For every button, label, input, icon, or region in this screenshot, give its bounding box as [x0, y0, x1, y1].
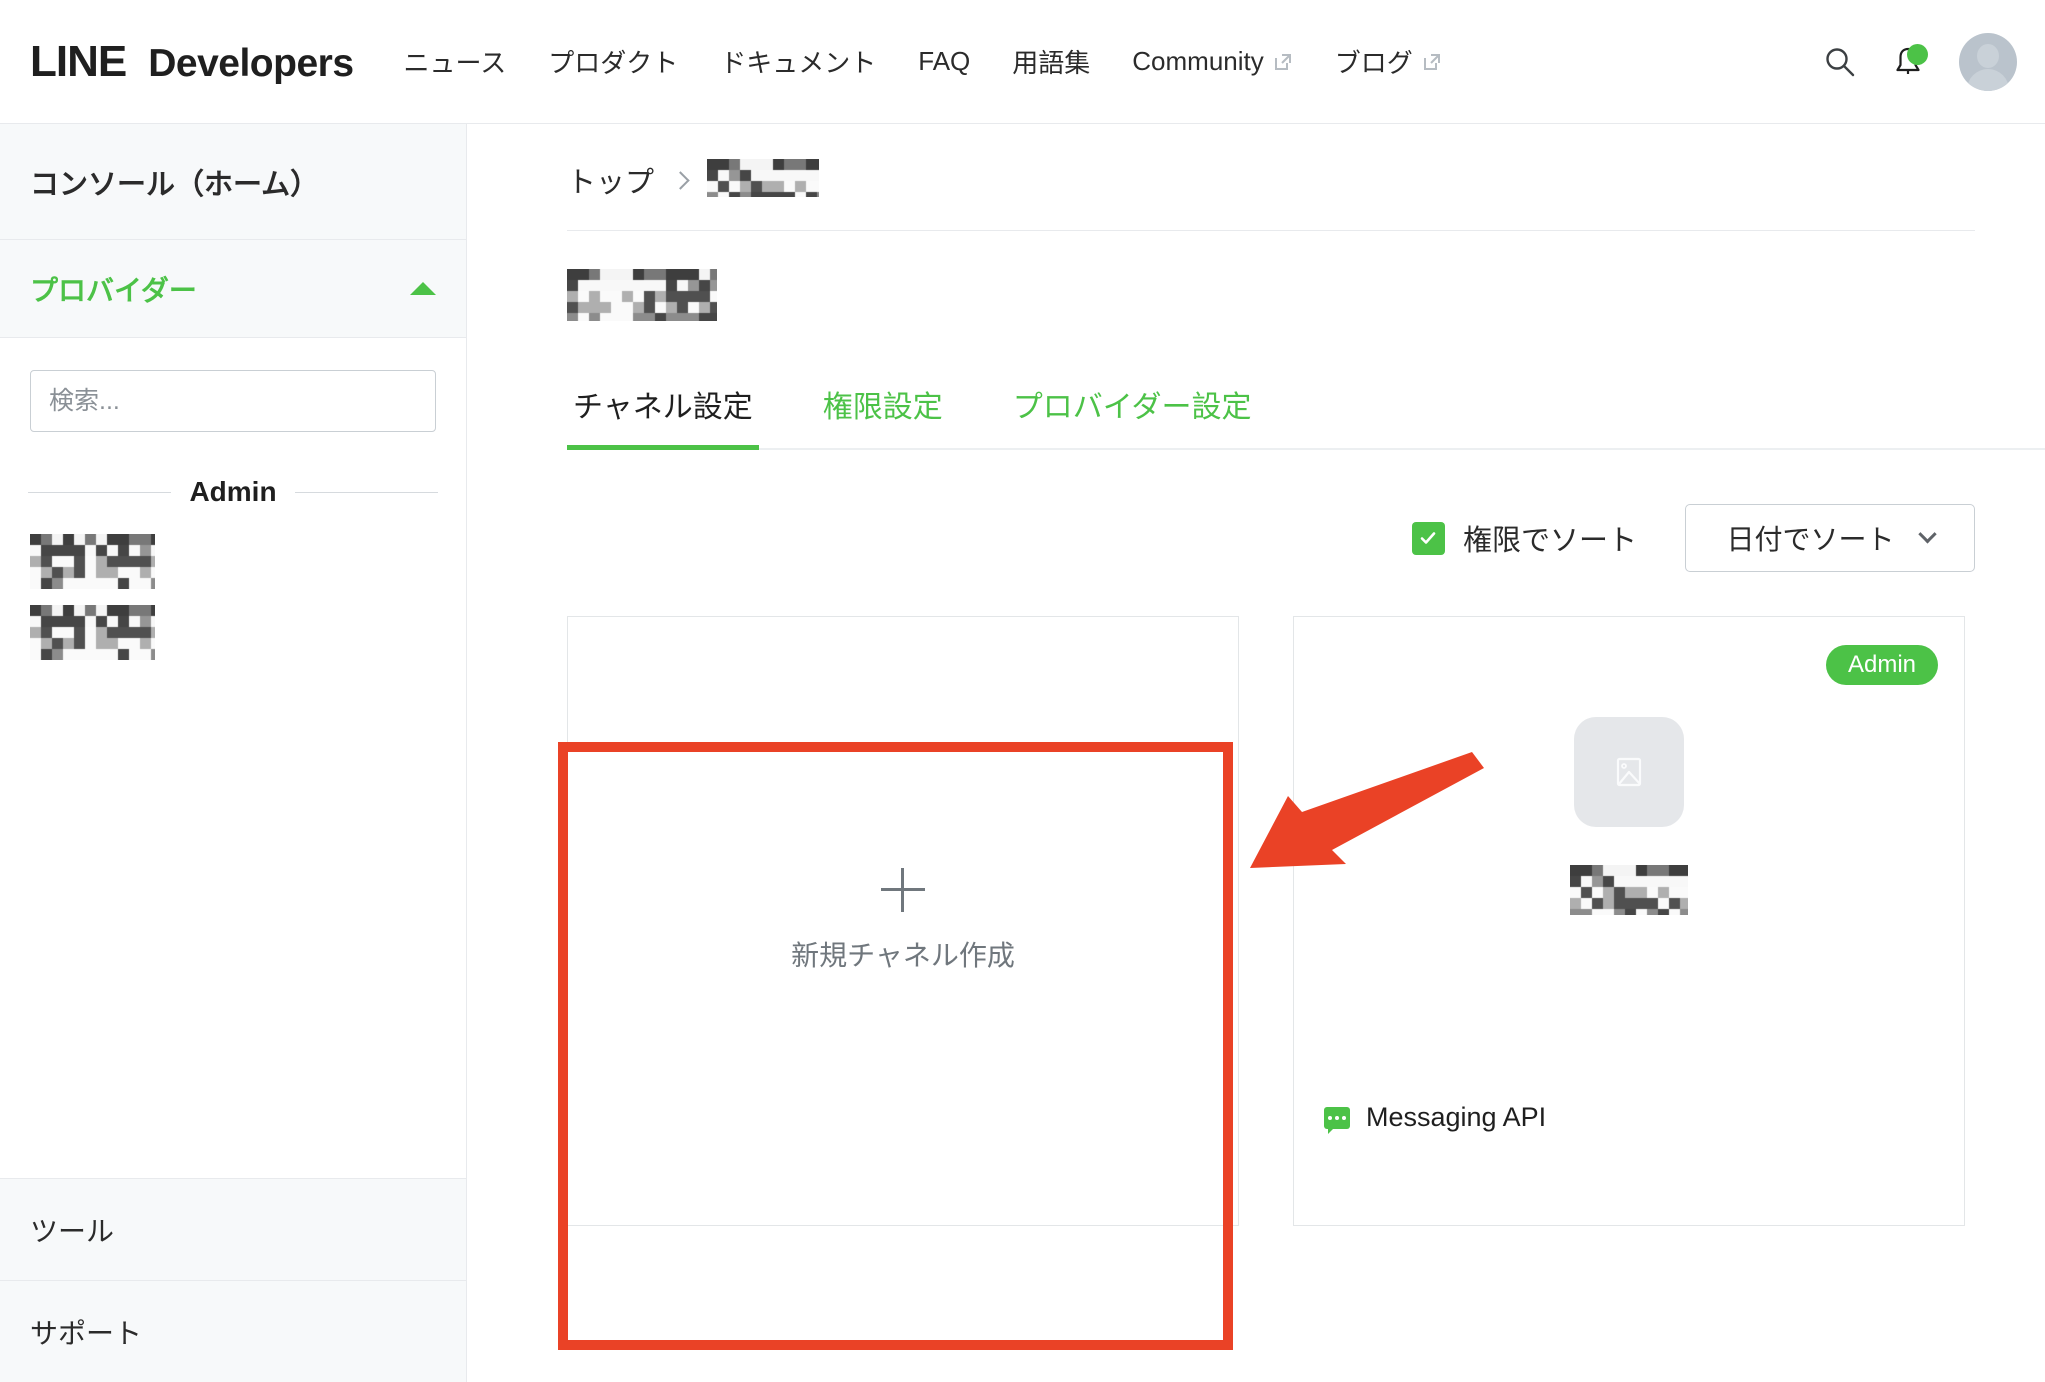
- tab-channel-settings[interactable]: チャネル設定: [567, 382, 759, 450]
- channel-name: [1570, 865, 1688, 920]
- channel-type-label: Messaging API: [1366, 1102, 1547, 1132]
- redacted-page-title: [567, 269, 717, 321]
- brand-line-text: LINE: [30, 36, 127, 86]
- sidebar-admin-divider: Admin: [28, 476, 439, 508]
- breadcrumb: トップ: [567, 152, 2045, 208]
- nav-item-documents[interactable]: ドキュメント: [720, 43, 876, 80]
- new-channel-card[interactable]: 新規チャネル作成: [567, 616, 1239, 1226]
- checkbox-checked-icon[interactable]: [1411, 521, 1445, 555]
- search-icon[interactable]: [1823, 45, 1857, 79]
- header-actions: [1823, 0, 2017, 124]
- sidebar-item-provider[interactable]: プロバイダー: [0, 240, 466, 338]
- sidebar: コンソール（ホーム） プロバイダー Admin ツール: [0, 124, 467, 1382]
- breadcrumb-item-top[interactable]: トップ: [567, 159, 654, 201]
- sidebar-bottom: ツール サポート: [0, 1178, 466, 1382]
- redacted-breadcrumb-name: [707, 158, 820, 197]
- dot: [1335, 1115, 1339, 1120]
- divider-line-right: [294, 491, 439, 493]
- plus-icon: [881, 868, 925, 912]
- brand-logo[interactable]: LINE Developers: [30, 37, 354, 87]
- nav-item-products[interactable]: プロダクト: [548, 43, 678, 80]
- avatar-head: [1977, 44, 1999, 68]
- sort-select-value: 日付でソート: [1726, 524, 1895, 555]
- sidebar-search-wrap: [0, 338, 466, 432]
- nav-label-glossary: 用語集: [1012, 48, 1091, 78]
- bell-icon[interactable]: [1891, 44, 1928, 79]
- image-placeholder-icon: [1574, 717, 1684, 827]
- top-header: LINE Developers ニュース プロダクト ドキュメント FAQ 用語…: [0, 0, 2045, 124]
- chevron-right-icon: [671, 170, 690, 190]
- dot: [1342, 1115, 1346, 1120]
- avatar-body: [1967, 69, 2009, 91]
- tab-bar: チャネル設定 権限設定 プロバイダー設定: [567, 382, 2045, 450]
- main-nav: ニュース プロダクト ドキュメント FAQ 用語集 Community ブログ: [404, 43, 1484, 80]
- breadcrumb-divider: [567, 230, 1975, 231]
- messaging-api-icon: [1324, 1106, 1350, 1134]
- redacted-provider-name: [30, 534, 155, 589]
- brand-developers-text: Developers: [148, 41, 354, 85]
- list-controls: 権限でソート 日付でソート: [467, 504, 1975, 572]
- avatar[interactable]: [1959, 33, 2017, 91]
- external-link-icon: [1422, 52, 1442, 72]
- redacted-provider-name: [30, 605, 155, 660]
- status-badge: Admin: [1825, 645, 1938, 685]
- nav-item-blog[interactable]: ブログ: [1335, 43, 1442, 80]
- search-input[interactable]: [30, 370, 436, 432]
- sort-by-role-label: 権限でソート: [1462, 525, 1637, 557]
- sidebar-provider-list: [0, 508, 466, 660]
- tab-label-channel-settings: チャネル設定: [573, 391, 753, 424]
- sidebar-item-tools[interactable]: ツール: [0, 1178, 466, 1280]
- dot: [1328, 1115, 1332, 1120]
- nav-item-glossary[interactable]: 用語集: [1012, 43, 1090, 80]
- chevron-down-icon: [1917, 524, 1937, 543]
- list-item[interactable]: [30, 534, 436, 589]
- nav-label-blog: ブログ: [1334, 48, 1413, 78]
- nav-label-documents: ドキュメント: [720, 48, 877, 78]
- nav-label-community: Community: [1132, 46, 1264, 76]
- nav-label-news: ニュース: [403, 48, 507, 78]
- tab-label-permission-settings: 権限設定: [822, 391, 943, 424]
- external-link-icon: [1273, 52, 1293, 72]
- nav-label-faq: FAQ: [918, 46, 971, 76]
- sidebar-item-console-home[interactable]: コンソール（ホーム）: [0, 124, 466, 240]
- redacted-channel-name: [1570, 865, 1688, 915]
- nav-label-products: プロダクト: [548, 48, 679, 78]
- nav-item-community[interactable]: Community: [1132, 46, 1292, 77]
- tab-permission-settings[interactable]: 権限設定: [817, 382, 949, 448]
- sort-by-role-checkbox[interactable]: 権限でソート: [1411, 517, 1637, 559]
- chevron-up-icon[interactable]: [410, 282, 436, 295]
- channel-type: Messaging API: [1324, 1102, 1547, 1134]
- sidebar-label-support: サポート: [30, 1317, 143, 1349]
- page-title: [567, 269, 2045, 326]
- sidebar-label-provider: プロバイダー: [30, 274, 197, 306]
- new-channel-label: 新規チャネル作成: [791, 940, 1015, 971]
- channel-card[interactable]: Admin Messaging API: [1293, 616, 1965, 1226]
- list-item[interactable]: [30, 605, 436, 660]
- divider-line-left: [28, 491, 172, 493]
- tab-label-provider-settings: プロバイダー設定: [1012, 391, 1252, 424]
- sidebar-admin-label: Admin: [189, 476, 277, 507]
- nav-item-news[interactable]: ニュース: [404, 43, 507, 80]
- notification-dot: [1907, 44, 1928, 65]
- channel-card-grid: 新規チャネル作成 Admin Messaging API: [567, 616, 2045, 1226]
- page-root: LINE Developers ニュース プロダクト ドキュメント FAQ 用語…: [0, 0, 2045, 1382]
- tab-provider-settings[interactable]: プロバイダー設定: [1007, 382, 1258, 448]
- breadcrumb-item-current[interactable]: [707, 158, 820, 202]
- nav-item-faq[interactable]: FAQ: [918, 46, 970, 77]
- sort-select[interactable]: 日付でソート: [1685, 504, 1975, 572]
- sidebar-label-console-home: コンソール（ホーム）: [30, 168, 320, 201]
- main-content: トップ チャネル設定 権限設定 プロバイダー設定 権限でソート 日付でソート 新…: [467, 124, 2045, 1382]
- sidebar-label-tools: ツール: [30, 1215, 115, 1247]
- sidebar-item-support[interactable]: サポート: [0, 1280, 466, 1382]
